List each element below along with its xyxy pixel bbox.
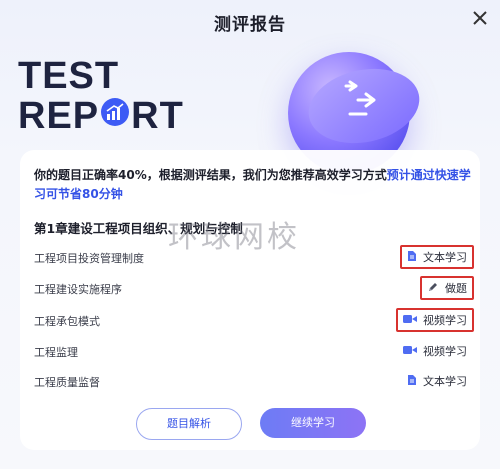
- action-label: 视频学习: [423, 345, 467, 358]
- chart-growth-icon: [101, 98, 130, 126]
- video-icon: [403, 345, 417, 358]
- hero-test-text: TEST: [18, 55, 120, 97]
- action-label: 文本学习: [423, 375, 467, 388]
- close-icon[interactable]: [468, 6, 492, 30]
- list-item-label: 工程监理: [34, 346, 78, 359]
- action-label: 做题: [445, 282, 467, 295]
- video-study-button[interactable]: 视频学习: [396, 308, 474, 332]
- action-label: 文本学习: [423, 251, 467, 264]
- list-item-label: 工程承包模式: [34, 315, 100, 328]
- list-item-label: 工程建设实施程序: [34, 283, 122, 296]
- list-item-label: 工程质量监督: [34, 376, 100, 389]
- document-icon: [407, 374, 417, 389]
- hero-report-text: REP RT: [18, 96, 184, 136]
- video-icon: [403, 314, 417, 327]
- hero-report-part-b: RT: [131, 95, 184, 137]
- list-item-label: 工程项目投资管理制度: [34, 252, 144, 265]
- practice-button[interactable]: 做题: [420, 276, 474, 300]
- summary-main: 你的题目正确率40%，根据测评结果，我们为您推荐高效学习方式: [34, 168, 387, 182]
- action-label: 视频学习: [423, 314, 467, 327]
- hero-report-part-a: REP: [18, 95, 100, 137]
- summary-text: 你的题目正确率40%，根据测评结果，我们为您推荐高效学习方式预计通过快速学习可节…: [34, 166, 474, 204]
- text-study-button[interactable]: 文本学习: [407, 373, 467, 389]
- text-study-button[interactable]: 文本学习: [400, 245, 474, 269]
- continue-study-button[interactable]: 继续学习: [260, 408, 366, 438]
- report-dialog: 测评报告 TEST REP RT 你的题目正确率40%，根据测评结果，我们为您推荐…: [0, 0, 500, 469]
- document-icon: [407, 250, 417, 265]
- study-path-icon: [344, 80, 376, 116]
- video-study-button[interactable]: 视频学习: [403, 343, 467, 359]
- pencil-icon: [427, 281, 439, 296]
- watermark: 环球网校: [168, 220, 300, 255]
- question-analysis-button[interactable]: 题目解析: [136, 408, 242, 440]
- dialog-title: 测评报告: [214, 15, 286, 35]
